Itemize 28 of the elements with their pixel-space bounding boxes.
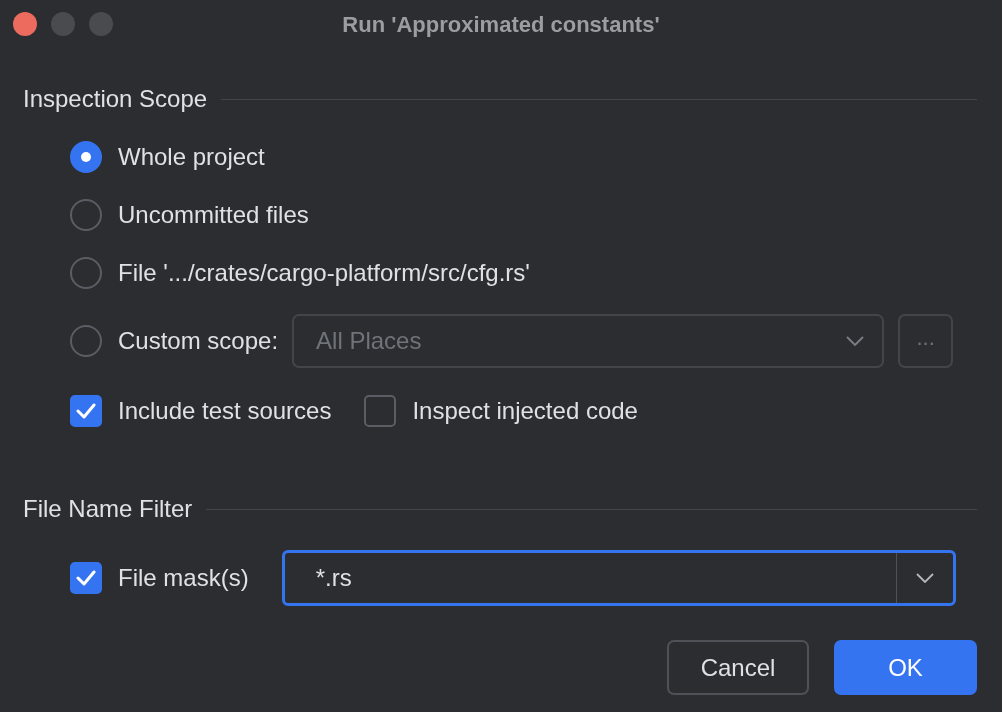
checkbox[interactable]	[364, 395, 397, 427]
radio-button[interactable]	[70, 257, 102, 289]
section-title: File Name Filter	[23, 495, 193, 523]
option-label[interactable]: Custom scope:	[118, 327, 279, 355]
check-icon	[76, 403, 96, 419]
zoom-button[interactable]	[89, 12, 113, 36]
section-title: Inspection Scope	[23, 85, 208, 113]
checkbox[interactable]	[70, 562, 102, 594]
minimize-button[interactable]	[51, 12, 75, 36]
checkbox-label[interactable]: Inspect injected code	[412, 397, 638, 425]
window-title: Run 'Approximated constants'	[342, 12, 660, 38]
chevron-down-icon	[846, 336, 865, 346]
chevron-down-icon	[915, 573, 934, 583]
close-button[interactable]	[13, 12, 37, 36]
cancel-button[interactable]: Cancel	[667, 640, 809, 695]
radio-button[interactable]	[70, 141, 102, 173]
checkbox-label[interactable]: Include test sources	[118, 397, 332, 425]
option-label[interactable]: Uncommitted files	[118, 201, 309, 229]
radio-button[interactable]	[70, 325, 102, 357]
checkbox-label[interactable]: File mask(s)	[118, 564, 249, 592]
text-input[interactable]: *.rs	[284, 553, 896, 603]
radio-button[interactable]	[70, 199, 102, 231]
option-label[interactable]: Whole project	[118, 143, 265, 171]
check-icon	[76, 570, 96, 586]
file-mask-field[interactable]: *.rs	[281, 550, 956, 606]
option-label[interactable]: File '.../crates/cargo-platform/src/cfg.rs'	[118, 259, 530, 287]
checkbox[interactable]	[70, 395, 102, 427]
ok-button[interactable]: OK	[834, 640, 977, 695]
